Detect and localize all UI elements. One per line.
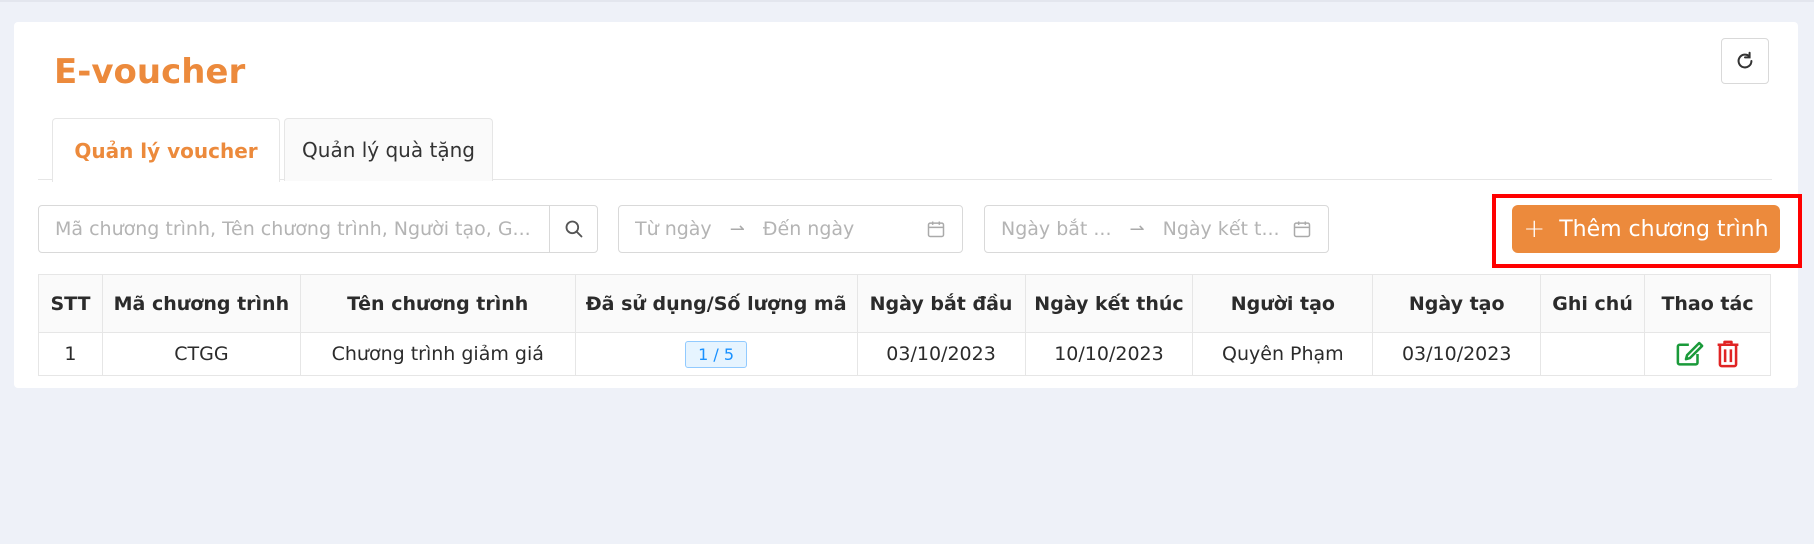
date-to-field[interactable]: Đến ngày <box>763 218 854 240</box>
start-date-field[interactable]: Ngày bắt ... <box>1001 218 1112 240</box>
cell-creator: Quyên Phạm <box>1192 332 1374 376</box>
delete-icon[interactable] <box>1715 339 1741 369</box>
table-row: 1 CTGG Chương trình giảm giá 1 / 5 03/10… <box>38 332 1771 376</box>
voucher-table: STT Mã chương trình Tên chương trình Đã … <box>38 274 1771 376</box>
range-separator-icon: ⇀ <box>729 218 745 240</box>
cell-code: CTGG <box>101 332 301 376</box>
top-border <box>0 0 1814 2</box>
cell-note <box>1540 332 1646 376</box>
col-header-note: Ghi chú <box>1540 274 1646 333</box>
calendar-icon <box>926 219 946 239</box>
refresh-icon <box>1737 51 1753 69</box>
cell-name: Chương trình giảm giá <box>299 332 576 376</box>
search-icon <box>565 220 582 238</box>
col-header-usage: Đã sử dụng/Số lượng mã <box>574 274 858 333</box>
main-card: E-voucher Quản lý voucher Quản lý quà tặ… <box>14 22 1802 388</box>
edit-icon[interactable] <box>1675 340 1705 368</box>
search-group <box>38 205 598 253</box>
range-separator-icon: ⇀ <box>1129 218 1145 240</box>
plus-icon: + <box>1523 214 1546 244</box>
col-header-name: Tên chương trình <box>299 274 576 333</box>
tab-voucher-management[interactable]: Quản lý voucher <box>52 118 280 182</box>
date-from-field[interactable]: Từ ngày <box>635 218 712 240</box>
add-program-label: Thêm chương trình <box>1559 216 1769 242</box>
col-header-creator: Người tạo <box>1192 274 1374 333</box>
cell-start-date: 03/10/2023 <box>856 332 1026 376</box>
date-range-picker[interactable]: Từ ngày ⇀ Đến ngày <box>618 205 963 253</box>
table-header-row: STT Mã chương trình Tên chương trình Đã … <box>38 274 1771 333</box>
col-header-actions: Thao tác <box>1644 274 1771 333</box>
tab-gift-management[interactable]: Quản lý quà tặng <box>284 118 493 181</box>
cell-actions <box>1644 332 1771 376</box>
tab-bar: Quản lý voucher Quản lý quà tặng <box>38 118 1772 182</box>
cell-end-date: 10/10/2023 <box>1024 332 1194 376</box>
col-header-stt: STT <box>38 274 103 333</box>
col-header-code: Mã chương trình <box>101 274 301 333</box>
col-header-created-date: Ngày tạo <box>1372 274 1542 333</box>
cell-usage: 1 / 5 <box>574 332 858 376</box>
cell-created-date: 03/10/2023 <box>1372 332 1542 376</box>
usage-badge: 1 / 5 <box>685 340 748 368</box>
search-button[interactable] <box>549 206 597 252</box>
cell-stt: 1 <box>38 332 103 376</box>
add-program-button[interactable]: + Thêm chương trình <box>1512 205 1780 253</box>
col-header-end-date: Ngày kết thúc <box>1024 274 1194 333</box>
refresh-button[interactable] <box>1721 38 1769 84</box>
page-title: E-voucher <box>54 52 246 92</box>
end-date-field[interactable]: Ngày kết t... <box>1163 218 1280 240</box>
search-input[interactable] <box>39 206 549 252</box>
col-header-start-date: Ngày bắt đầu <box>856 274 1026 333</box>
start-end-date-picker[interactable]: Ngày bắt ... ⇀ Ngày kết t... <box>984 205 1329 253</box>
calendar-icon <box>1292 219 1312 239</box>
